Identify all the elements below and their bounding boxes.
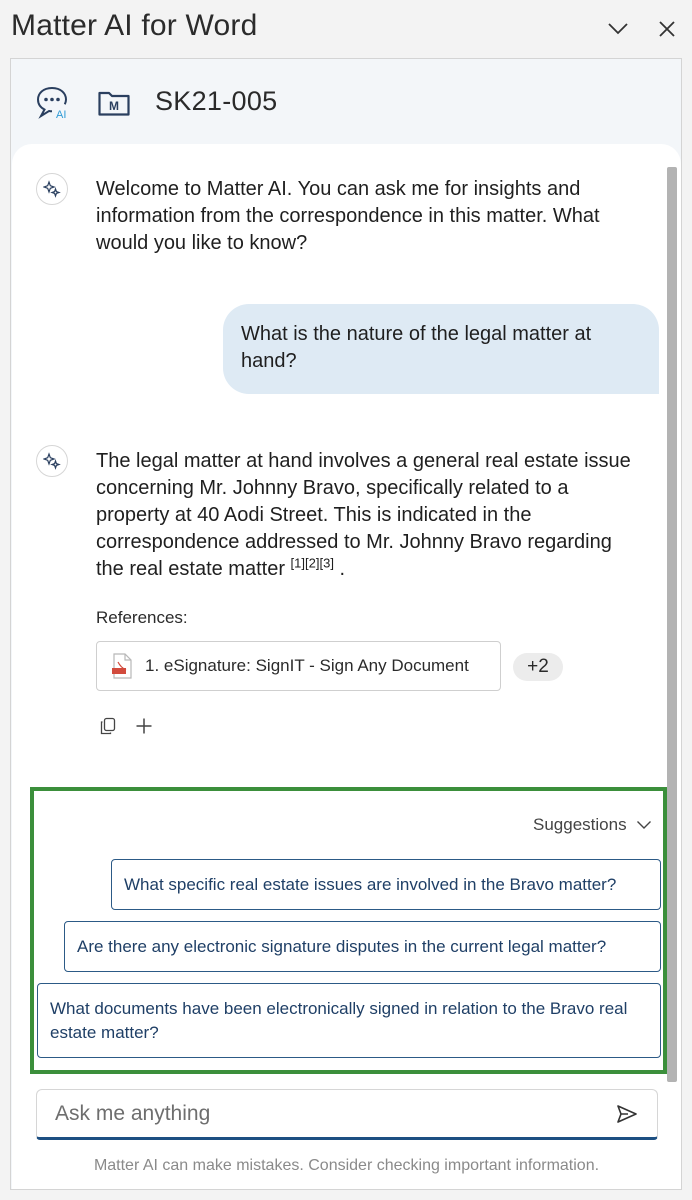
chat-input[interactable]: [37, 1090, 617, 1138]
suggestions-toggle[interactable]: Suggestions: [533, 815, 652, 835]
citation-link[interactable]: [2]: [305, 555, 319, 570]
reference-chip[interactable]: 1. eSignature: SignIT - Sign Any Documen…: [96, 641, 501, 691]
chevron-down-icon: [636, 821, 651, 829]
matter-ai-logo-icon: AI: [35, 85, 71, 121]
reference-title: 1. eSignature: SignIT - Sign Any Documen…: [145, 656, 469, 675]
citation-link[interactable]: [1]: [291, 555, 305, 570]
suggestion-button[interactable]: Are there any electronic signature dispu…: [64, 921, 661, 972]
assistant-answer: The legal matter at hand involves a gene…: [96, 450, 631, 580]
suggestions-panel: Suggestions What specific real estate is…: [30, 787, 667, 1074]
suggestion-button[interactable]: What specific real estate issues are inv…: [111, 859, 661, 910]
assistant-avatar-icon: [36, 173, 68, 205]
disclaimer-text: Matter AI can make mistakes. Consider ch…: [93, 1157, 600, 1174]
welcome-message: Welcome to Matter AI. You can ask me for…: [96, 178, 600, 254]
user-message: What is the nature of the legal matter a…: [223, 304, 659, 394]
taskpane: AI M SK21-005 Welcome to Matter AI. You …: [10, 58, 682, 1190]
app-title: Matter AI for Word: [11, 9, 258, 42]
title-bar: Matter AI for Word: [0, 0, 692, 58]
chat-area: Welcome to Matter AI. You can ask me for…: [12, 144, 681, 1189]
pdf-file-icon: [112, 653, 132, 679]
matter-id: SK21-005: [155, 86, 278, 116]
suggestion-button[interactable]: What documents have been electronically …: [37, 983, 661, 1058]
assistant-avatar-icon: [36, 445, 68, 477]
chat-scrollbar[interactable]: [667, 167, 677, 1082]
references-label: References:: [96, 608, 188, 627]
copy-icon[interactable]: [97, 715, 119, 737]
chevron-down-icon[interactable]: [605, 16, 631, 42]
chat-composer: [36, 1089, 658, 1140]
panel-header: AI M SK21-005: [11, 59, 681, 149]
close-icon[interactable]: [654, 16, 680, 42]
send-icon[interactable]: [615, 1102, 639, 1126]
add-icon[interactable]: [133, 715, 155, 737]
suggestions-label: Suggestions: [533, 815, 627, 834]
svg-text:AI: AI: [56, 109, 66, 119]
matter-folder-icon: M: [97, 89, 131, 117]
more-references-chip[interactable]: +2: [513, 653, 563, 681]
svg-text:M: M: [109, 99, 119, 113]
scrollbar-thumb[interactable]: [667, 167, 677, 1082]
citation-link[interactable]: [3]: [319, 555, 333, 570]
